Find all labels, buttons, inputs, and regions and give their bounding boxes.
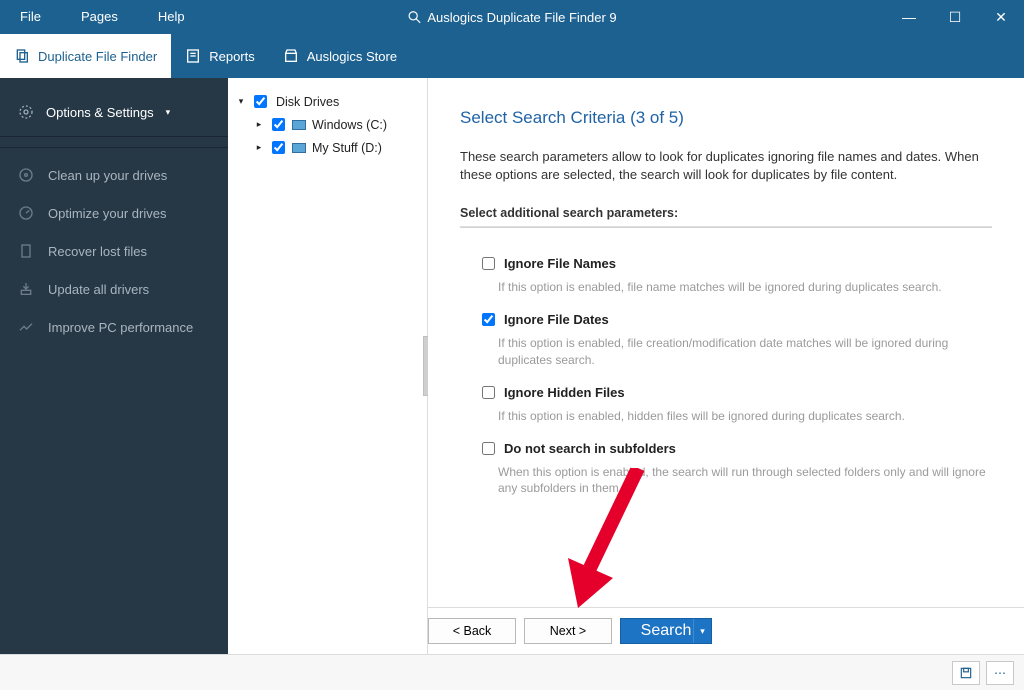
wizard-heading: Select Search Criteria (3 of 5) [460,108,992,128]
divider [460,226,992,228]
option-ignore-hidden: Ignore Hidden Files If this option is en… [478,383,992,425]
tree-drive-checkbox[interactable] [272,141,285,154]
sidebar-item-optimize[interactable]: Optimize your drives [0,194,228,232]
options-settings-button[interactable]: Options & Settings ▾ [0,88,228,137]
disk-icon [18,167,34,183]
title-bar: File Pages Help Auslogics Duplicate File… [0,0,1024,34]
option-help: If this option is enabled, file creation… [498,335,992,369]
close-button[interactable]: ✕ [978,0,1024,34]
sidebar-item-recover[interactable]: Recover lost files [0,232,228,270]
copy-icon [14,48,30,64]
minimize-button[interactable]: — [886,0,932,34]
option-ignore-names: Ignore File Names If this option is enab… [478,254,992,296]
sidebar-item-drivers[interactable]: Update all drivers [0,270,228,308]
more-icon-button[interactable]: ⋯ [986,661,1014,685]
maximize-button[interactable]: ☐ [932,0,978,34]
params-subhead: Select additional search parameters: [460,206,992,220]
collapse-icon[interactable]: ▾ [236,96,246,107]
drive-icon [292,143,306,153]
search-dropdown[interactable] [693,619,711,643]
sidebar-item-improve[interactable]: Improve PC performance [0,308,228,346]
wizard-panel: Select Search Criteria (3 of 5) These se… [428,78,1024,654]
option-help: If this option is enabled, hidden files … [498,408,992,425]
menu-pages[interactable]: Pages [61,0,138,34]
tree-drive-c[interactable]: ▸ Windows (C:) [228,113,427,136]
checkbox-no-subfolders[interactable] [482,442,495,455]
app-icon [407,10,421,24]
sidebar-item-label: Improve PC performance [48,320,193,335]
tab-finder[interactable]: Duplicate File Finder [0,34,171,78]
speed-icon [18,205,34,221]
checkbox-ignore-dates[interactable] [482,313,495,326]
sidebar-item-label: Update all drivers [48,282,149,297]
window-controls: — ☐ ✕ [886,0,1024,34]
option-no-subfolders: Do not search in subfolders When this op… [478,439,992,498]
back-button[interactable]: < Back [428,618,516,644]
main-menu: File Pages Help [0,0,205,34]
drive-tree: ▾ Disk Drives ▸ Windows (C:) ▸ My Stuff … [228,78,428,654]
more-icon: ⋯ [994,668,1006,678]
tree-root[interactable]: ▾ Disk Drives [228,90,427,113]
tree-root-checkbox[interactable] [254,95,267,108]
tab-reports[interactable]: Reports [171,34,269,78]
menu-file[interactable]: File [0,0,61,34]
download-icon [18,281,34,297]
save-icon-button[interactable] [952,661,980,685]
wizard-nav: < Back Next > Search [428,607,1024,654]
search-button[interactable]: Search [620,618,712,644]
window-title: Auslogics Duplicate File Finder 9 [407,10,616,25]
sidebar-item-cleanup[interactable]: Clean up your drives [0,156,228,194]
option-help: If this option is enabled, file name mat… [498,279,992,296]
save-icon [959,666,973,680]
tab-store[interactable]: Auslogics Store [269,34,411,78]
store-icon [283,48,299,64]
drive-icon [292,120,306,130]
sidebar-item-label: Optimize your drives [48,206,166,221]
next-button[interactable]: Next > [524,618,612,644]
menu-help[interactable]: Help [138,0,205,34]
file-icon [18,243,34,259]
expand-icon[interactable]: ▸ [254,119,264,130]
status-bar: ⋯ [0,654,1024,690]
report-icon [185,48,201,64]
expand-icon[interactable]: ▸ [254,142,264,153]
chart-icon [18,319,34,335]
tab-bar: Duplicate File Finder Reports Auslogics … [0,34,1024,78]
chevron-down-icon: ▾ [166,107,171,118]
checkbox-ignore-names[interactable] [482,257,495,270]
sidebar-item-label: Clean up your drives [48,168,167,183]
sidebar: Options & Settings ▾ Clean up your drive… [0,78,228,654]
tree-drive-checkbox[interactable] [272,118,285,131]
checkbox-ignore-hidden[interactable] [482,386,495,399]
main-area: Options & Settings ▾ Clean up your drive… [0,78,1024,654]
tree-drive-d[interactable]: ▸ My Stuff (D:) [228,136,427,159]
option-help: When this option is enabled, the search … [498,464,992,498]
option-ignore-dates: Ignore File Dates If this option is enab… [478,310,992,369]
gear-icon [18,104,34,120]
wizard-description: These search parameters allow to look fo… [460,148,992,184]
sidebar-item-label: Recover lost files [48,244,147,259]
